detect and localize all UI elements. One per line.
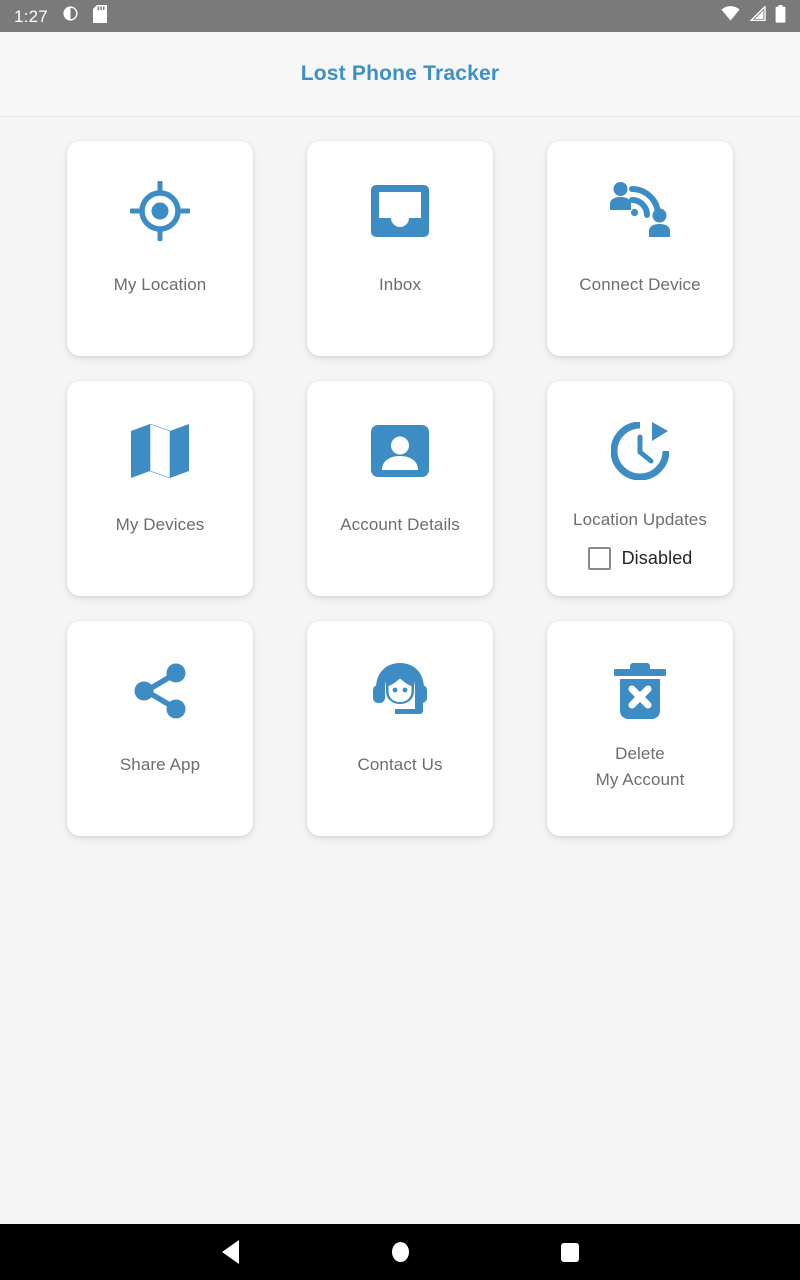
- card-location-updates[interactable]: Location Updates Disabled: [547, 381, 733, 596]
- card-label: Inbox: [378, 275, 422, 294]
- card-inbox[interactable]: Inbox: [307, 141, 493, 356]
- status-bar-left: 1:27: [14, 4, 107, 28]
- back-triangle-icon: [221, 1240, 239, 1264]
- location-updates-checkbox-row[interactable]: Disabled: [587, 547, 693, 571]
- card-label-line2: My Account: [595, 770, 685, 790]
- nav-back-button[interactable]: [145, 1240, 315, 1264]
- card-label: My Devices: [115, 515, 205, 534]
- card-label: Share App: [119, 755, 201, 774]
- clock-update-arrow-icon: [604, 415, 676, 487]
- inbox-tray-icon: [364, 175, 436, 247]
- share-nodes-icon: [124, 655, 196, 727]
- app-bar: Lost Phone Tracker: [0, 32, 800, 117]
- do-not-disturb-icon: [62, 5, 79, 27]
- status-bar-right: [721, 4, 786, 28]
- feature-grid: My Location Inbox Connect Device My Devi…: [67, 141, 734, 836]
- card-my-devices[interactable]: My Devices: [67, 381, 253, 596]
- location-updates-checkbox-label: Disabled: [621, 548, 693, 569]
- card-label: Delete My Account: [590, 741, 691, 794]
- sd-card-icon: [92, 4, 107, 28]
- nav-recents-button[interactable]: [485, 1242, 655, 1262]
- card-label: My Location: [113, 275, 207, 294]
- card-my-location[interactable]: My Location: [67, 141, 253, 356]
- phone-screen: 1:27 Lost Phone Tracker My Location Inbo…: [0, 0, 800, 1280]
- location-updates-checkbox[interactable]: [587, 547, 611, 571]
- status-bar-clock: 1:27: [14, 6, 48, 26]
- gps-target-icon: [124, 175, 196, 247]
- trash-x-icon: [604, 655, 676, 727]
- card-connect-device[interactable]: Connect Device: [547, 141, 733, 356]
- card-contact-us[interactable]: Contact Us: [307, 621, 493, 836]
- page-title: Lost Phone Tracker: [300, 62, 500, 85]
- card-label-line1: Delete: [615, 744, 665, 763]
- home-circle-icon: [391, 1242, 409, 1262]
- account-box-person-icon: [364, 415, 436, 487]
- cellular-signal-icon: [749, 4, 766, 26]
- card-label: Location Updates: [573, 510, 707, 529]
- card-delete-my-account[interactable]: Delete My Account: [547, 621, 733, 836]
- card-label: Connect Device: [579, 275, 701, 294]
- nav-home-button[interactable]: [315, 1242, 485, 1262]
- support-headset-icon: [364, 655, 436, 727]
- connect-people-wireless-icon: [604, 175, 676, 247]
- android-navigation-bar: [0, 1224, 800, 1280]
- card-share-app[interactable]: Share App: [67, 621, 253, 836]
- card-label: Contact Us: [357, 755, 443, 774]
- recents-square-icon: [561, 1242, 579, 1262]
- status-bar: 1:27: [0, 0, 800, 32]
- battery-icon: [775, 4, 786, 28]
- card-label: Account Details: [340, 515, 460, 534]
- wifi-icon: [721, 6, 740, 26]
- card-account-details[interactable]: Account Details: [307, 381, 493, 596]
- folded-map-icon: [124, 415, 196, 487]
